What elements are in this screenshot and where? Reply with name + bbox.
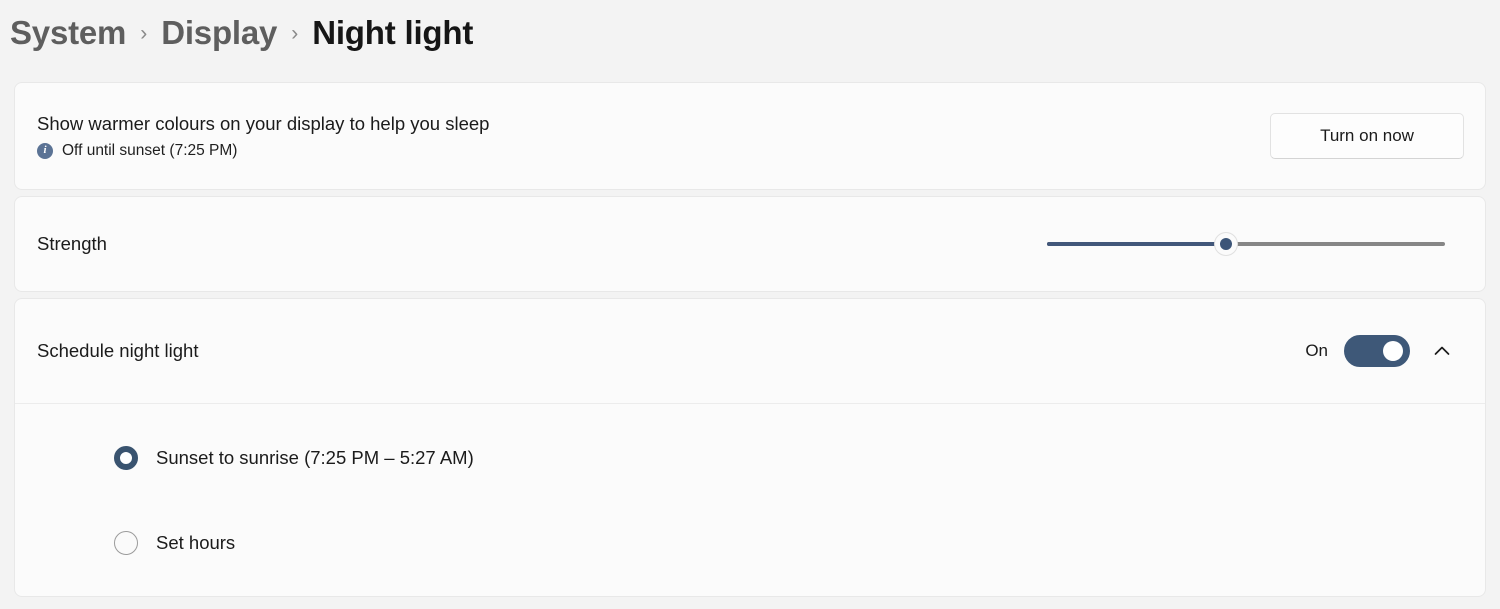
radio-unselected-icon[interactable]: [114, 531, 138, 555]
schedule-label-group: Schedule night light: [37, 339, 1305, 362]
strength-card: Strength: [14, 196, 1486, 292]
schedule-label: Schedule night light: [37, 340, 199, 362]
night-light-status: i Off until sunset (7:25 PM): [37, 142, 1270, 160]
strength-row: Strength: [15, 197, 1485, 291]
slider-thumb[interactable]: [1215, 233, 1238, 255]
night-light-title: Show warmer colours on your display to h…: [37, 113, 490, 135]
schedule-header-row[interactable]: Schedule night light On: [15, 299, 1485, 403]
toggle-knob: [1383, 341, 1403, 361]
schedule-options-group: Sunset to sunrise (7:25 PM – 5:27 AM) Se…: [15, 404, 1485, 567]
schedule-toggle-state-label: On: [1305, 341, 1328, 360]
page-title: Night light: [312, 14, 474, 51]
info-icon: i: [37, 142, 53, 159]
radio-option-label: Sunset to sunrise (7:25 PM – 5:27 AM): [156, 447, 474, 468]
night-light-status-text: Off until sunset (7:25 PM): [62, 141, 238, 159]
strength-slider[interactable]: [1047, 229, 1445, 259]
schedule-toggle-switch[interactable]: [1344, 335, 1410, 367]
strength-label-group: Strength: [37, 232, 1047, 255]
turn-on-now-button[interactable]: Turn on now: [1270, 113, 1464, 159]
night-light-card: Show warmer colours on your display to h…: [14, 82, 1486, 190]
breadcrumb-item-display[interactable]: Display: [161, 14, 277, 52]
breadcrumb: System › Display › Night light: [0, 0, 1500, 58]
radio-option-label: Set hours: [156, 532, 236, 553]
breadcrumb-item-system[interactable]: System: [10, 14, 126, 52]
radio-option-sunset-to-sunrise[interactable]: Sunset to sunrise (7:25 PM – 5:27 AM): [15, 434, 1485, 482]
night-light-text-group: Show warmer colours on your display to h…: [37, 112, 1270, 159]
schedule-night-light-card: Schedule night light On Sunset to sunris…: [14, 298, 1486, 597]
radio-option-set-hours[interactable]: Set hours: [15, 519, 1485, 567]
slider-fill: [1047, 242, 1227, 246]
breadcrumb-separator-icon: ›: [140, 22, 148, 45]
radio-selected-icon[interactable]: [114, 446, 138, 470]
chevron-up-icon[interactable]: [1420, 329, 1464, 373]
strength-label: Strength: [37, 233, 107, 255]
night-light-row: Show warmer colours on your display to h…: [15, 83, 1485, 189]
breadcrumb-separator-icon: ›: [291, 22, 299, 45]
